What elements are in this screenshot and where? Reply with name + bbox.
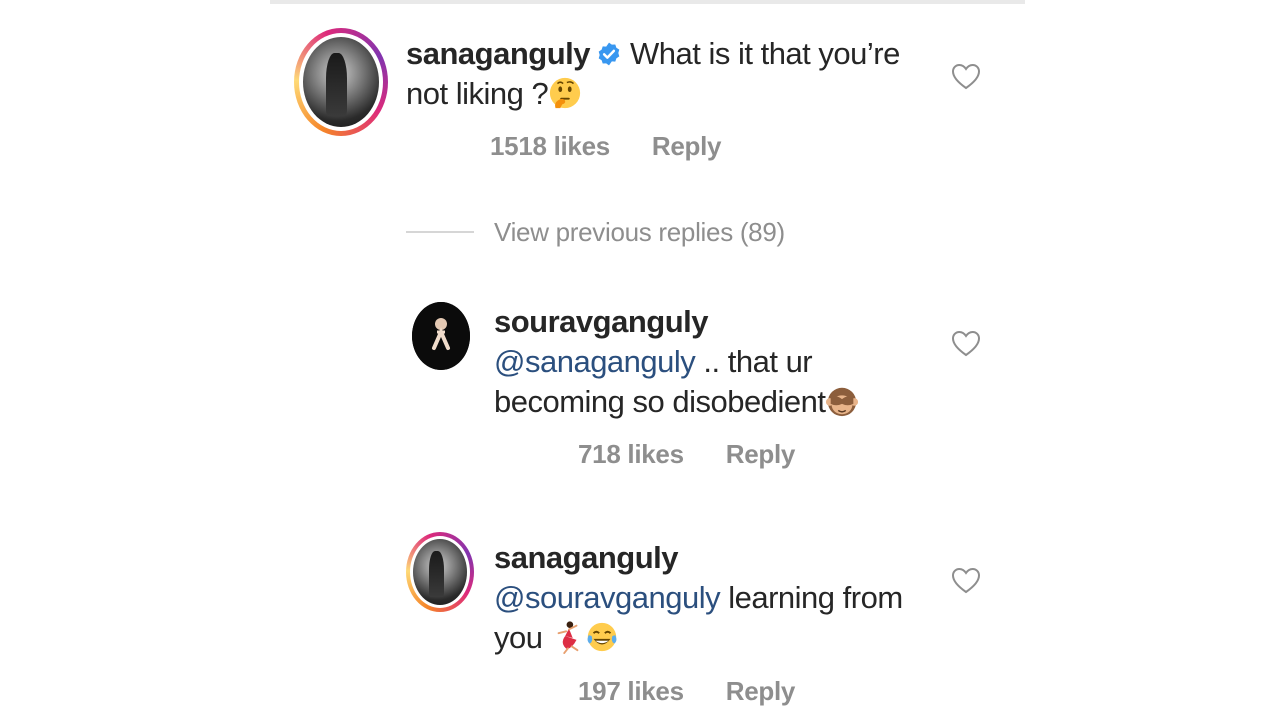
mention-link[interactable]: @souravganguly xyxy=(494,580,721,615)
avatar[interactable] xyxy=(412,302,470,370)
thinking-face-icon xyxy=(550,77,581,109)
reply-text: sanaganguly @souravganguly learning from… xyxy=(494,538,924,658)
likes-count[interactable]: 1518 likes xyxy=(490,131,610,162)
dancer-icon xyxy=(557,621,578,654)
reply-button[interactable]: Reply xyxy=(652,131,722,162)
likes-count[interactable]: 718 likes xyxy=(578,439,684,470)
profile-photo xyxy=(412,302,470,370)
avatar[interactable] xyxy=(406,532,474,612)
mention-link[interactable]: @sanaganguly xyxy=(494,344,696,379)
username[interactable]: souravganguly xyxy=(494,304,709,339)
reply-button[interactable]: Reply xyxy=(726,439,796,470)
top-divider xyxy=(270,0,1025,4)
reply-text: souravganguly @sanaganguly .. that ur be… xyxy=(494,302,914,422)
verified-badge-icon xyxy=(598,42,620,66)
tears-of-joy-icon xyxy=(587,622,617,652)
reply-meta: 718 likes Reply xyxy=(578,439,795,470)
heart-icon[interactable] xyxy=(951,63,981,91)
reply-meta: 197 likes Reply xyxy=(578,676,795,707)
see-no-evil-monkey-icon xyxy=(826,387,859,417)
username[interactable]: sanaganguly xyxy=(494,540,679,575)
likes-count[interactable]: 197 likes xyxy=(578,676,684,707)
thread-line xyxy=(406,231,474,233)
comment-meta: 1518 likes Reply xyxy=(490,131,722,162)
reply-button[interactable]: Reply xyxy=(726,676,796,707)
view-previous-replies[interactable]: View previous replies (89) xyxy=(406,216,785,248)
heart-icon[interactable] xyxy=(951,330,981,358)
heart-icon[interactable] xyxy=(951,567,981,595)
profile-photo xyxy=(413,539,467,605)
avatar[interactable] xyxy=(294,28,388,136)
username[interactable]: sanaganguly xyxy=(406,36,591,71)
profile-photo xyxy=(303,37,379,127)
view-previous-label[interactable]: View previous replies (89) xyxy=(494,217,785,248)
comment-text: sanaganguly What is it that you’re not li… xyxy=(406,34,926,114)
